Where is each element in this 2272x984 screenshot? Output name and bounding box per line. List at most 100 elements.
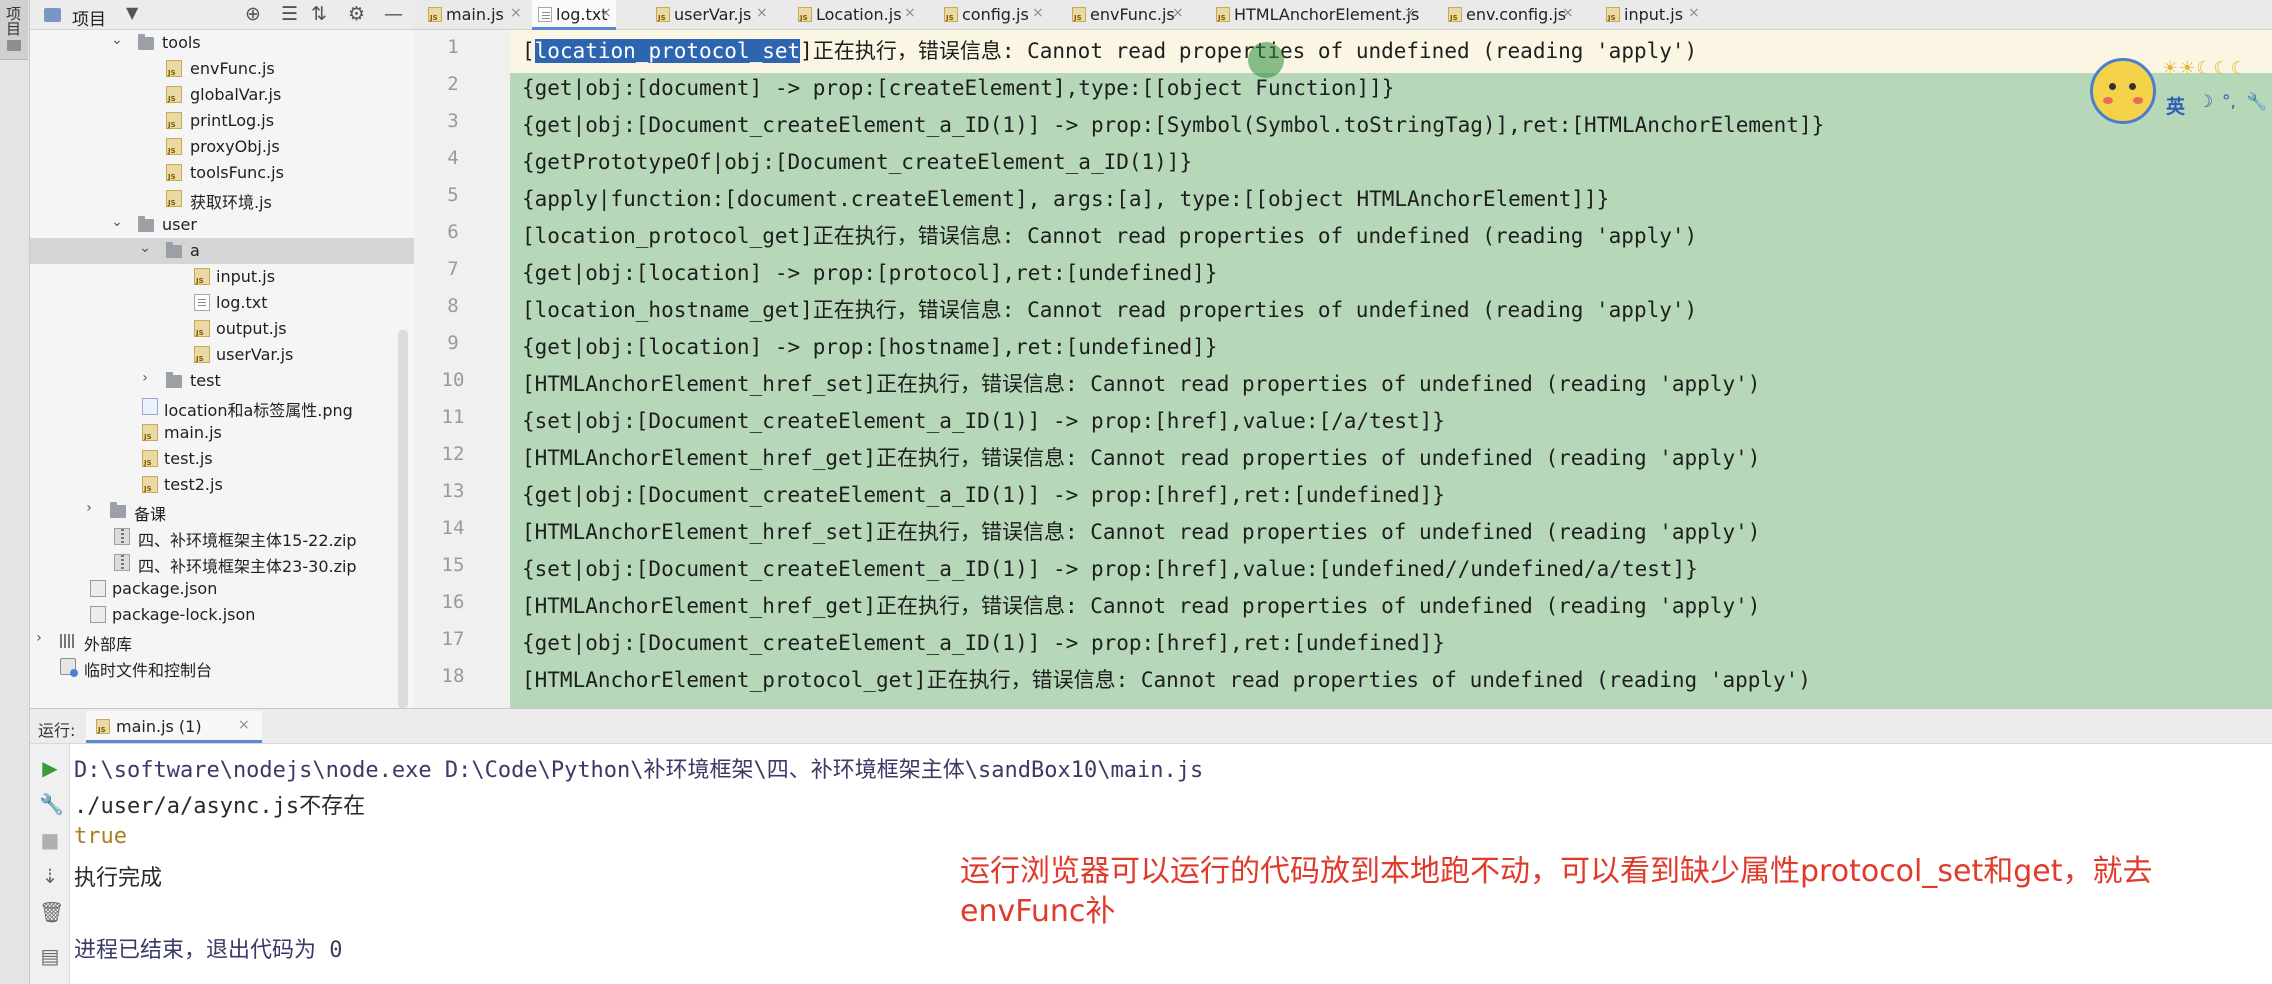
chevron-down-icon[interactable]: ⌄	[110, 214, 124, 230]
close-icon[interactable]: ×	[600, 5, 612, 21]
tab-location-js[interactable]: Location.js×	[792, 0, 918, 30]
tree-scrollbar[interactable]	[398, 330, 408, 708]
trash-icon[interactable]: 🗑	[39, 900, 64, 924]
tree-item-a[interactable]: a	[190, 241, 200, 260]
close-icon[interactable]: ×	[1172, 5, 1184, 21]
tree-item-test2-js[interactable]: test2.js	[164, 475, 223, 494]
tree-item-zip-15-22[interactable]: 四、补环境框架主体15-22.zip	[138, 527, 357, 551]
image-file-icon	[142, 398, 158, 415]
code-line[interactable]: [HTMLAnchorElement_href_set]正在执行，错误信息: C…	[522, 514, 1760, 551]
code-editor[interactable]: [location_protocol_set]正在执行，错误信息: Cannot…	[510, 30, 2272, 708]
chevron-right-icon[interactable]: ›	[138, 370, 152, 386]
tab-config-js[interactable]: config.js×	[938, 0, 1046, 30]
wrench-icon[interactable]: 🔧	[2246, 92, 2267, 112]
zip-file-icon	[114, 554, 130, 571]
tree-item-tools[interactable]: tools	[162, 33, 201, 52]
close-icon[interactable]: ×	[756, 5, 768, 21]
tree-item-proxyobj-js[interactable]: proxyObj.js	[190, 137, 280, 156]
tab-env-config-js[interactable]: env.config.js×	[1442, 0, 1576, 30]
code-line[interactable]: [HTMLAnchorElement_href_get]正在执行，错误信息: C…	[522, 588, 1760, 625]
tree-item-toolsfunc-js[interactable]: toolsFunc.js	[190, 163, 284, 182]
tree-item-envfunc-js[interactable]: envFunc.js	[190, 59, 275, 78]
ime-mascot-icon	[2090, 58, 2156, 124]
close-icon[interactable]: ×	[904, 5, 916, 21]
close-icon[interactable]: ×	[510, 5, 522, 21]
close-icon[interactable]: ×	[1404, 5, 1416, 21]
code-line[interactable]: {get|obj:[Document_createElement_a_ID(1)…	[522, 107, 1824, 144]
moon-icon[interactable]: ☽	[2198, 92, 2213, 112]
punctuation-icon[interactable]: °,	[2222, 92, 2236, 112]
ime-language-toggle[interactable]: 英	[2166, 92, 2185, 119]
close-icon[interactable]: ×	[238, 717, 250, 733]
code-line[interactable]: {apply|function:[document.createElement]…	[522, 181, 1609, 218]
tree-item-test[interactable]: test	[190, 371, 221, 390]
js-file-icon	[166, 86, 182, 103]
tree-item-input-js[interactable]: input.js	[216, 267, 275, 286]
line-number: 7	[447, 258, 459, 280]
tree-item-external-libs[interactable]: 外部库	[84, 631, 132, 655]
code-line[interactable]: {get|obj:[location] -> prop:[protocol],r…	[522, 255, 1217, 292]
code-line[interactable]: {set|obj:[Document_createElement_a_ID(1)…	[522, 403, 1445, 440]
code-line[interactable]: [HTMLAnchorElement_href_get]正在执行，错误信息: C…	[522, 440, 1760, 477]
code-line[interactable]: [HTMLAnchorElement_href_set]正在执行，错误信息: C…	[522, 366, 1760, 403]
tree-item-get-env-js[interactable]: 获取环境.js	[190, 189, 272, 213]
js-file-icon	[166, 112, 182, 129]
chevron-down-icon[interactable]: ⌄	[138, 240, 152, 256]
run-tab-main-js[interactable]: main.js (1) ×	[86, 711, 262, 743]
project-tool-button[interactable]: 项目	[0, 0, 28, 60]
tree-item-test-js[interactable]: test.js	[164, 449, 213, 468]
rerun-icon[interactable]: ▶	[39, 756, 61, 780]
tree-item-globalvar-js[interactable]: globalVar.js	[190, 85, 281, 104]
tree-item-scratches[interactable]: 临时文件和控制台	[84, 657, 212, 681]
tree-item-printlog-js[interactable]: printLog.js	[190, 111, 274, 130]
tree-item-prep[interactable]: 备课	[134, 501, 166, 525]
tree-item-package-json[interactable]: package.json	[112, 579, 217, 598]
tab-main-js[interactable]: main.js×	[422, 0, 526, 30]
tree-item-main-js[interactable]: main.js	[164, 423, 222, 442]
project-panel-title[interactable]: 项目	[72, 5, 106, 30]
tree-item-log-txt[interactable]: log.txt	[216, 293, 268, 312]
close-icon[interactable]: ×	[1562, 5, 1574, 21]
tree-item-zip-23-30[interactable]: 四、补环境框架主体23-30.zip	[138, 553, 357, 577]
gear-icon[interactable]: ⚙	[348, 3, 365, 25]
tab-envfunc-js[interactable]: envFunc.js×	[1066, 0, 1186, 30]
chevron-right-icon[interactable]: ›	[32, 630, 46, 646]
tab-uservar-js[interactable]: userVar.js×	[650, 0, 768, 30]
code-line[interactable]: {getPrototypeOf|obj:[Document_createElem…	[522, 144, 1192, 181]
chevron-down-icon[interactable]: ⌄	[110, 32, 124, 48]
hide-panel-icon[interactable]: —	[384, 3, 403, 25]
locate-file-icon[interactable]: ⊕	[245, 3, 261, 25]
tree-item-uservar-js[interactable]: userVar.js	[216, 345, 293, 364]
code-line[interactable]: {set|obj:[Document_createElement_a_ID(1)…	[522, 551, 1698, 588]
chevron-down-icon[interactable]: ▼	[126, 3, 138, 22]
expand-all-icon[interactable]: ⇅	[311, 3, 327, 25]
annotation-text: 运行浏览器可以运行的代码放到本地跑不动，可以看到缺少属性protocol_set…	[960, 854, 2153, 929]
code-line[interactable]: {get|obj:[Document_createElement_a_ID(1)…	[522, 477, 1445, 514]
tree-item-user[interactable]: user	[162, 215, 197, 234]
wrench-icon[interactable]: 🔧	[39, 792, 64, 816]
code-line[interactable]: {get|obj:[Document_createElement_a_ID(1)…	[522, 625, 1445, 662]
tab-htmlanchorelement-js[interactable]: HTMLAnchorElement.js×	[1210, 0, 1419, 30]
layout-icon[interactable]: ▤	[39, 944, 61, 968]
zip-file-icon	[114, 528, 130, 545]
code-line[interactable]: [HTMLAnchorElement_protocol_get]正在执行，错误信…	[522, 662, 1811, 699]
stop-icon[interactable]: ■	[39, 828, 61, 852]
close-icon[interactable]: ×	[1688, 5, 1700, 21]
code-line[interactable]: {get|obj:[location] -> prop:[hostname],r…	[522, 329, 1217, 366]
close-icon[interactable]: ×	[1032, 5, 1044, 21]
code-line[interactable]: [location_protocol_get]正在执行，错误信息: Cannot…	[522, 218, 1697, 255]
chevron-right-icon[interactable]: ›	[82, 500, 96, 516]
tab-input-js[interactable]: input.js×	[1600, 0, 1704, 30]
json-file-icon	[90, 606, 106, 623]
tree-item-output-js[interactable]: output.js	[216, 319, 287, 338]
js-file-icon	[1448, 7, 1462, 22]
ime-status-widget[interactable]: ☀☀☾☾☾ 英 ☽ °, 🔧	[2086, 52, 2272, 130]
code-line[interactable]: [location_hostname_get]正在执行，错误信息: Cannot…	[522, 292, 1697, 329]
scroll-to-end-icon[interactable]: ⇣	[39, 864, 61, 888]
code-line[interactable]: [location_protocol_set]正在执行，错误信息: Cannot…	[522, 33, 1697, 70]
js-file-icon	[166, 60, 182, 77]
collapse-all-icon[interactable]: ☰	[281, 3, 298, 25]
tab-log-txt[interactable]: log.txt ×	[532, 0, 616, 30]
tree-item-package-lock-json[interactable]: package-lock.json	[112, 605, 255, 624]
tree-item-location-png[interactable]: location和a标签属性.png	[164, 397, 353, 421]
